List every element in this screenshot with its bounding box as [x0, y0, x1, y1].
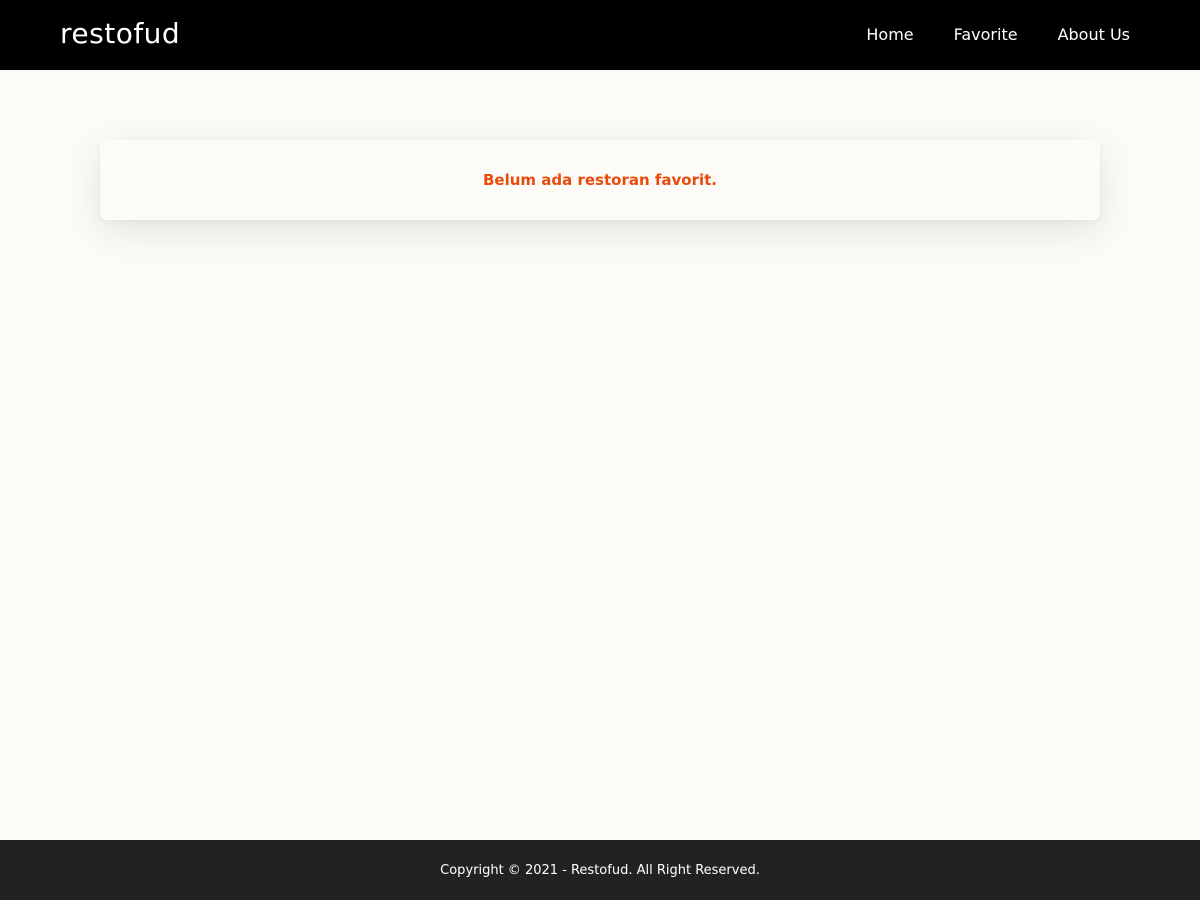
nav-item-home: Home: [846, 0, 933, 70]
nav-link-about[interactable]: About Us: [1038, 0, 1130, 70]
nav-item-about: About Us: [1038, 0, 1130, 70]
main-content: Belum ada restoran favorit.: [0, 70, 1200, 840]
empty-favorites-card: Belum ada restoran favorit.: [100, 140, 1100, 220]
empty-favorites-message: Belum ada restoran favorit.: [482, 171, 718, 189]
footer: Copyright © 2021 - Restofud. All Right R…: [0, 840, 1200, 900]
brand-logo[interactable]: restofud: [60, 20, 180, 48]
copyright-text: Copyright © 2021 - Restofud. All Right R…: [440, 862, 760, 878]
navbar: restofud Home Favorite About Us: [0, 0, 1200, 70]
main-nav: Home Favorite About Us: [846, 0, 1140, 70]
nav-link-favorite[interactable]: Favorite: [934, 0, 1038, 70]
nav-list: Home Favorite About Us: [846, 0, 1130, 70]
nav-item-favorite: Favorite: [934, 0, 1038, 70]
nav-link-home[interactable]: Home: [846, 0, 933, 70]
